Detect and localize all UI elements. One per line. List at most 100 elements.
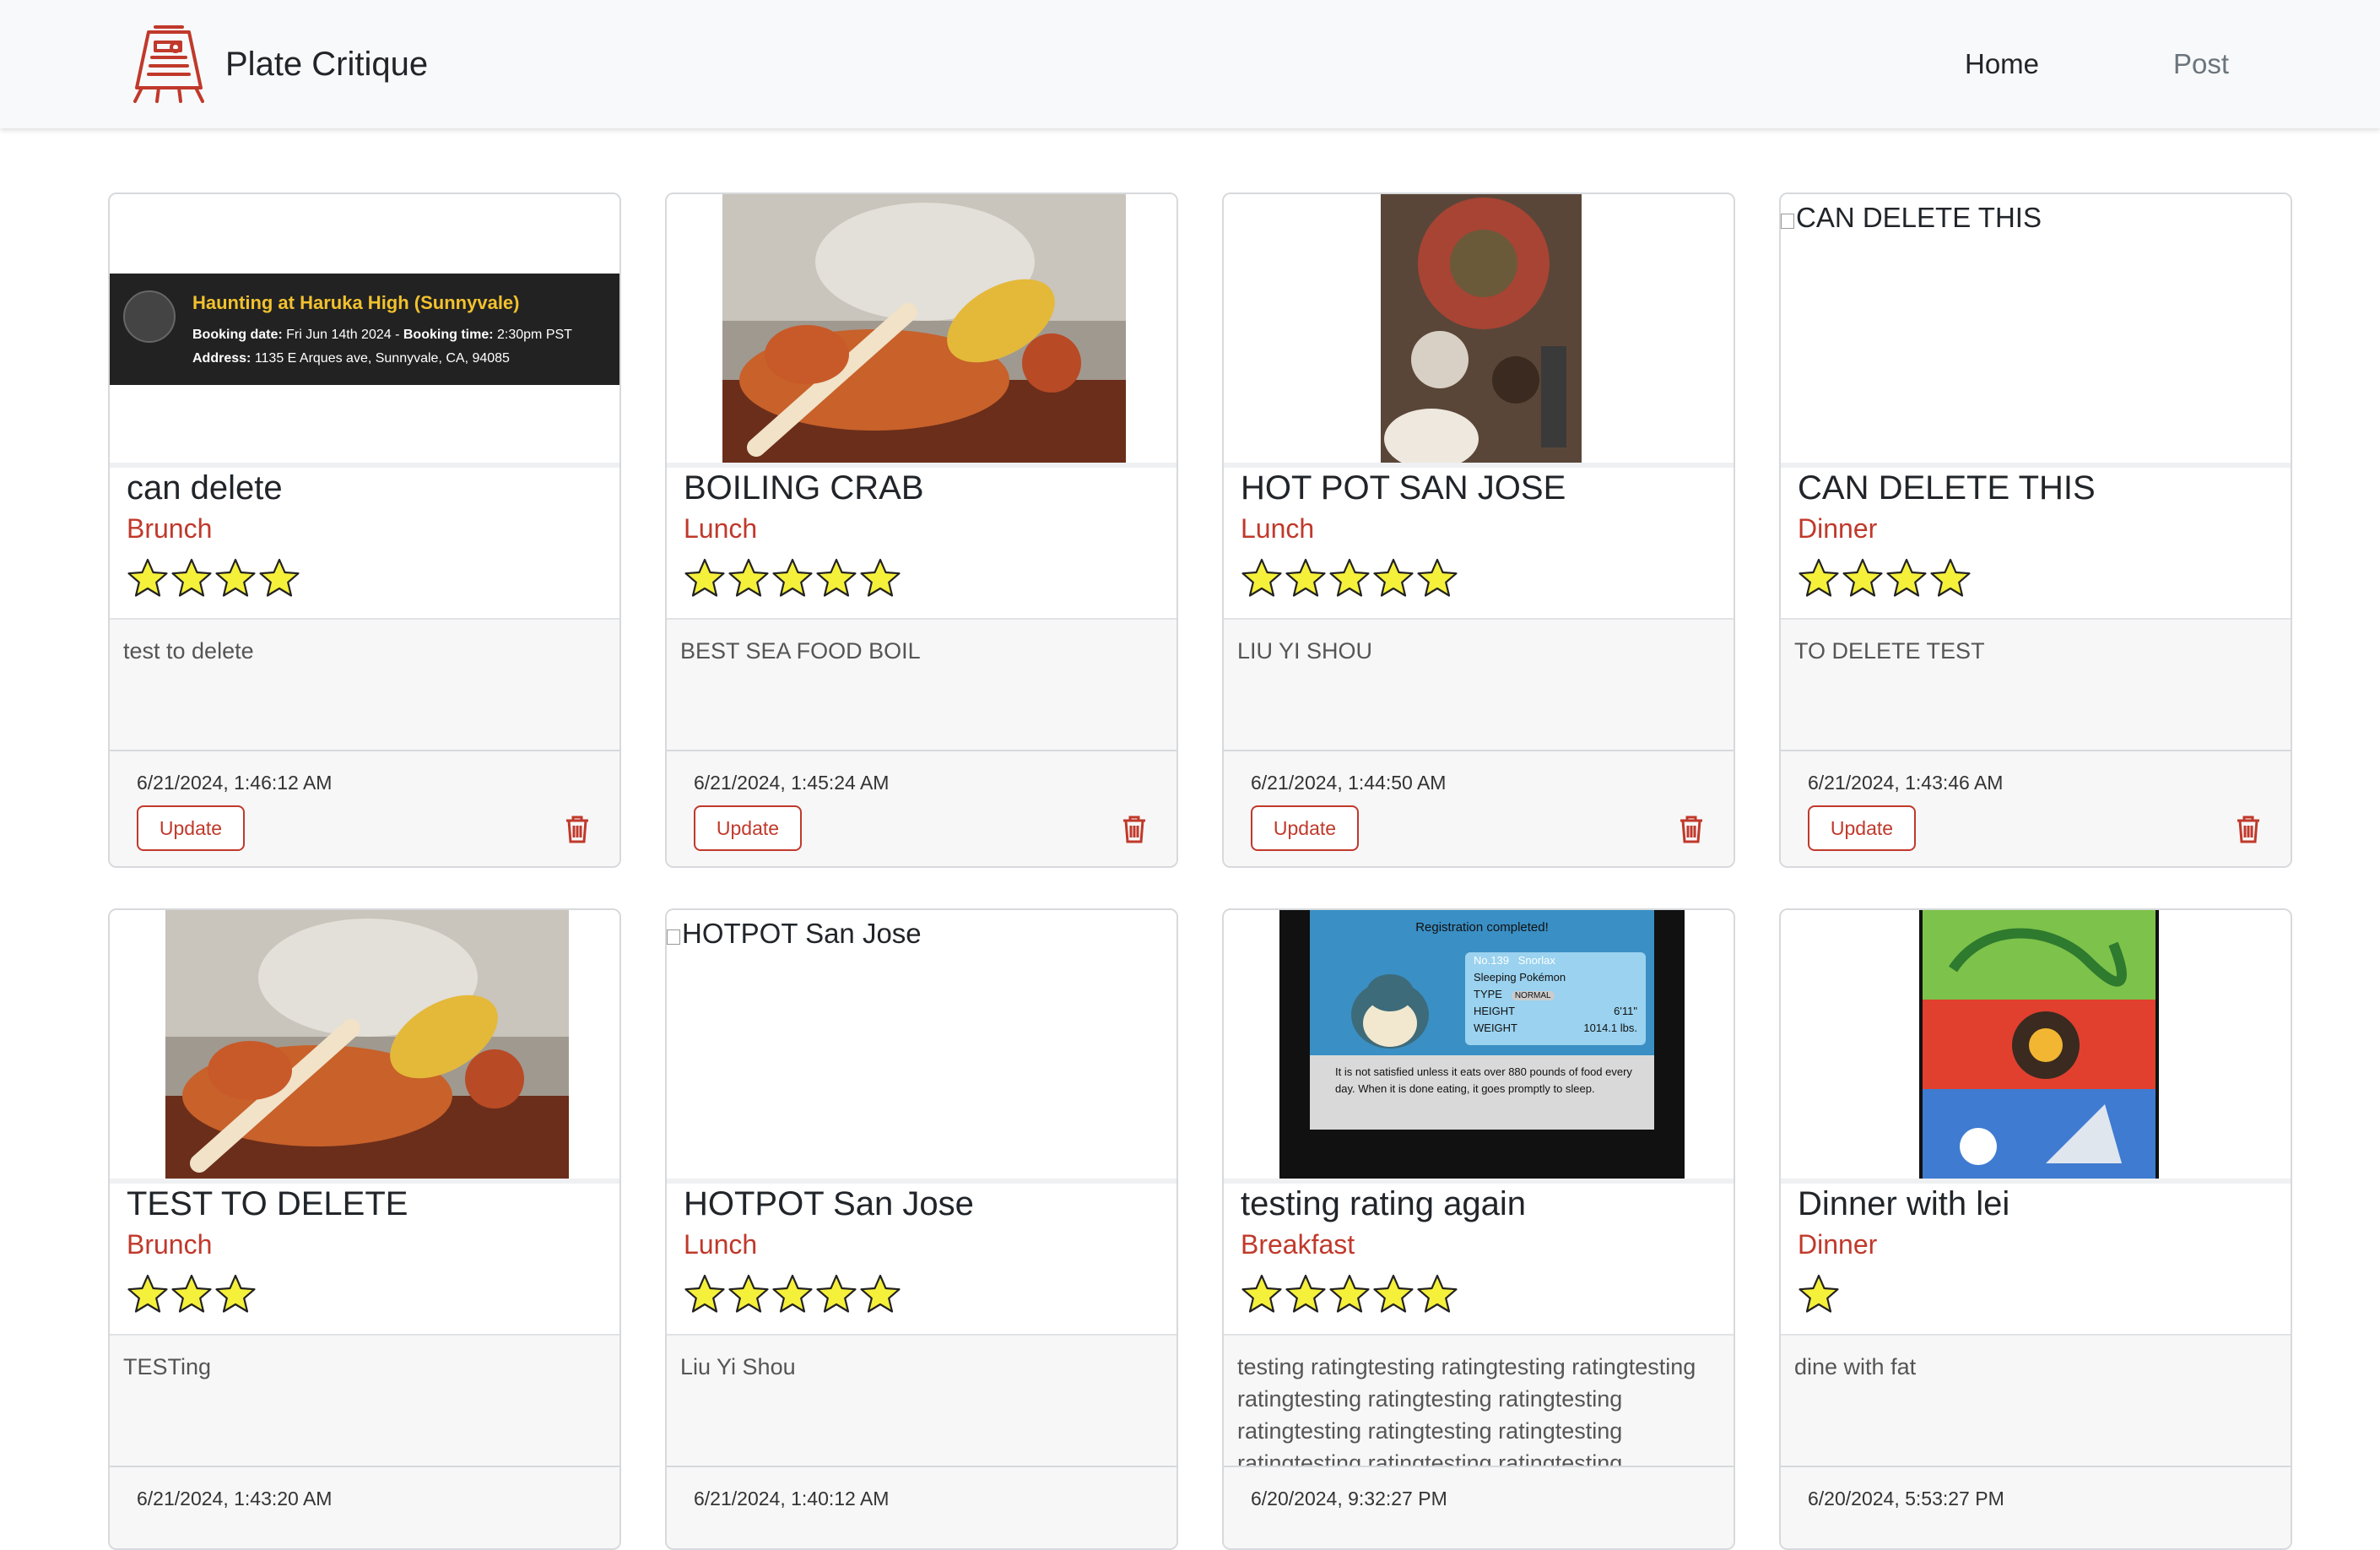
seafood-boil-photo: [722, 194, 1126, 463]
screen-header: Registration completed!: [1415, 920, 1549, 935]
menu-board-logo-icon[interactable]: [130, 22, 208, 103]
description-area: BEST SEA FOOD BOIL: [667, 618, 1176, 750]
post-title: HOTPOT San Jose: [684, 1185, 974, 1222]
post-image: [1224, 194, 1734, 468]
trash-icon[interactable]: [2235, 814, 2262, 844]
screen-info-box: No.139 Snorlax Sleeping Pokémon TYPE NOR…: [1465, 952, 1646, 1045]
star-icon: [127, 558, 168, 597]
ticket-title: Haunting at Haruka High (Sunnyvale): [192, 292, 520, 313]
star-icon: [1329, 558, 1370, 597]
screen-height-line: HEIGHT 6'11": [1474, 1005, 1637, 1017]
description-area: TO DELETE TEST: [1781, 618, 2291, 750]
snorlax-sprite: [1351, 974, 1429, 1049]
post-description: test to delete: [123, 638, 254, 664]
meal-type: Brunch: [127, 513, 213, 544]
post-title: can delete: [127, 469, 283, 507]
post-image: Haunting at Haruka High (Sunnyvale) Book…: [110, 194, 619, 468]
post-timestamp: 6/21/2024, 1:43:46 AM: [1808, 772, 2004, 794]
screen-type-line: TYPE NORMAL: [1474, 988, 1555, 1000]
star-icon: [816, 1274, 857, 1313]
star-rating: [684, 557, 901, 603]
card-footer: 6/21/2024, 1:43:20 AM: [110, 1466, 619, 1548]
broken-image-icon: [667, 929, 680, 945]
description-area: test to delete: [110, 618, 619, 750]
meal-type: Dinner: [1798, 1229, 1878, 1260]
update-button[interactable]: Update: [1251, 805, 1359, 851]
trash-icon[interactable]: [1678, 814, 1705, 844]
description-area: testing ratingtesting ratingtesting rati…: [1224, 1334, 1734, 1466]
ticket-booking-line: Booking date: Fri Jun 14th 2024 - Bookin…: [192, 328, 572, 342]
star-icon: [684, 558, 725, 597]
screen-species: Sleeping Pokémon: [1474, 971, 1566, 984]
pokedex-screen-panel: Registration completed! No.139 Snorlax S…: [1310, 910, 1654, 1130]
brand-name[interactable]: Plate Critique: [225, 41, 428, 88]
broken-image-alt: HOTPOT San Jose: [667, 917, 922, 951]
post-card: HOTPOT San Jose HOTPOT San Jose Lunch Li…: [665, 908, 1178, 1550]
description-area: dine with fat: [1781, 1334, 2291, 1466]
update-button[interactable]: Update: [1808, 805, 1916, 851]
post-title: Dinner with lei: [1798, 1185, 2010, 1222]
screen-dex-line: No.139 Snorlax: [1474, 954, 1555, 967]
star-rating: [1798, 557, 1972, 603]
seafood-boil-photo: [165, 910, 569, 1179]
meal-type: Dinner: [1798, 513, 1878, 544]
card-footer: 6/21/2024, 1:44:50 AM Update: [1224, 750, 1734, 866]
star-icon: [728, 558, 769, 597]
star-icon: [1842, 558, 1883, 597]
post-title: testing rating again: [1241, 1185, 1527, 1222]
meal-type: Breakfast: [1241, 1229, 1355, 1260]
post-timestamp: 6/21/2024, 1:43:20 AM: [137, 1488, 333, 1509]
screen-description-box: It is not satisfied unless it eats over …: [1310, 1055, 1654, 1130]
star-icon: [1241, 558, 1282, 597]
post-timestamp: 6/21/2024, 1:45:24 AM: [694, 772, 890, 794]
post-description: TO DELETE TEST: [1794, 638, 1985, 664]
star-icon: [772, 1274, 813, 1313]
card-footer: 6/21/2024, 1:40:12 AM: [667, 1466, 1176, 1548]
star-icon: [259, 558, 300, 597]
update-button[interactable]: Update: [694, 805, 802, 851]
description-area: Liu Yi Shou: [667, 1334, 1176, 1466]
star-icon: [860, 1274, 901, 1313]
star-rating: [127, 1273, 257, 1319]
post-description: LIU YI SHOU: [1237, 638, 1373, 664]
star-icon: [1329, 1274, 1370, 1313]
star-icon: [1285, 1274, 1326, 1313]
card-footer: 6/20/2024, 5:53:27 PM: [1781, 1466, 2291, 1548]
star-icon: [684, 1274, 725, 1313]
meal-type: Lunch: [684, 513, 758, 544]
screen-weight-line: WEIGHT 1014.1 lbs.: [1474, 1022, 1637, 1034]
nav-home-link[interactable]: Home: [1965, 42, 2039, 86]
card-footer: 6/21/2024, 1:45:24 AM Update: [667, 750, 1176, 866]
star-icon: [1417, 558, 1458, 597]
update-button[interactable]: Update: [137, 805, 245, 851]
description-area: TESTing: [110, 1334, 619, 1466]
star-rating: [1241, 1273, 1458, 1319]
card-footer: 6/20/2024, 9:32:27 PM: [1224, 1466, 1734, 1548]
post-image: CAN DELETE THIS: [1781, 194, 2291, 468]
post-card: Haunting at Haruka High (Sunnyvale) Book…: [108, 192, 621, 868]
post-timestamp: 6/20/2024, 5:53:27 PM: [1808, 1488, 2004, 1509]
meal-type: Brunch: [127, 1229, 213, 1260]
post-card: TEST TO DELETE Brunch TESTing 6/21/2024,…: [108, 908, 621, 1550]
ticket-address-line: Address: 1135 E Arques ave, Sunnyvale, C…: [192, 351, 510, 366]
star-icon: [860, 558, 901, 597]
post-title: BOILING CRAB: [684, 469, 924, 507]
star-icon: [728, 1274, 769, 1313]
star-icon: [215, 558, 256, 597]
post-description: dine with fat: [1794, 1354, 1917, 1379]
post-card: BOILING CRAB Lunch BEST SEA FOOD BOIL 6/…: [665, 192, 1178, 868]
star-icon: [215, 1274, 256, 1313]
pokedex-screenshot: Registration completed! No.139 Snorlax S…: [1279, 910, 1685, 1179]
trash-icon[interactable]: [1121, 814, 1148, 844]
booking-ticket-image: Haunting at Haruka High (Sunnyvale) Book…: [110, 274, 619, 385]
post-card: CAN DELETE THIS CAN DELETE THIS Dinner T…: [1779, 192, 2292, 868]
post-image: [667, 194, 1176, 468]
post-description: TESTing: [123, 1354, 212, 1379]
star-icon: [1285, 558, 1326, 597]
nav-post-link[interactable]: Post: [2173, 42, 2229, 86]
trash-icon[interactable]: [564, 814, 591, 844]
meal-type: Lunch: [1241, 513, 1315, 544]
post-description: BEST SEA FOOD BOIL: [680, 638, 921, 664]
star-icon: [127, 1274, 168, 1313]
broken-image-icon: [1781, 214, 1794, 229]
